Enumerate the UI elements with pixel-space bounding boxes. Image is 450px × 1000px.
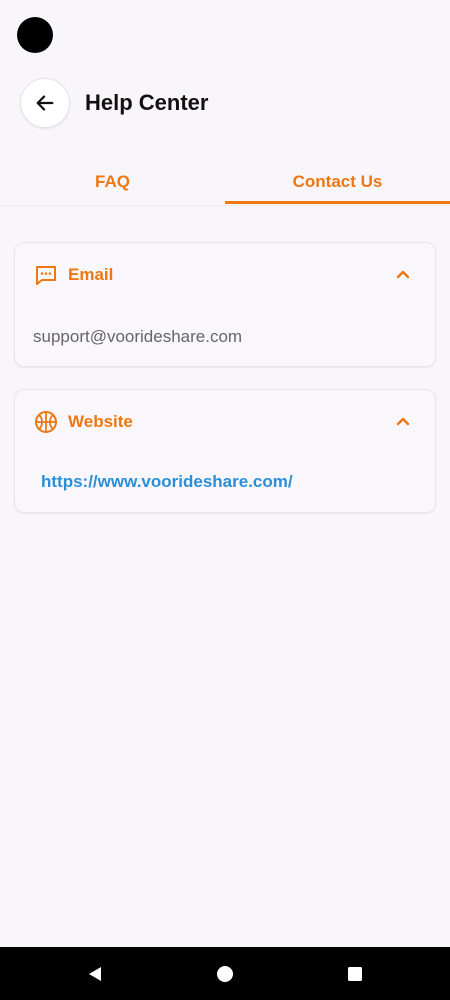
triangle-back-icon xyxy=(89,967,101,981)
app-header: Help Center xyxy=(0,78,450,130)
website-title: Website xyxy=(68,412,133,431)
email-card: Email support@voorideshare.com xyxy=(14,242,436,367)
arrow-left-icon xyxy=(36,95,54,111)
chevron-up-icon[interactable] xyxy=(391,263,415,287)
globe-icon xyxy=(35,411,57,433)
email-title: Email xyxy=(68,265,114,284)
back-button[interactable] xyxy=(20,78,70,128)
nav-home-button[interactable] xyxy=(210,959,240,989)
email-address[interactable]: support@voorideshare.com xyxy=(33,327,242,347)
tab-faq[interactable]: FAQ xyxy=(0,160,225,204)
circle-home-icon xyxy=(217,966,233,982)
chevron-up-icon[interactable] xyxy=(391,410,415,434)
nav-back-button[interactable] xyxy=(80,959,110,989)
status-bar xyxy=(0,0,450,70)
tab-bar: FAQ Contact Us xyxy=(0,160,450,206)
email-card-header[interactable]: Email xyxy=(15,243,435,307)
nav-recents-button[interactable] xyxy=(340,959,370,989)
system-nav-bar xyxy=(0,947,450,1000)
website-card-header[interactable]: Website xyxy=(15,390,435,454)
website-link[interactable]: https://www.voorideshare.com/ xyxy=(41,472,293,492)
tab-indicator xyxy=(225,201,450,204)
square-recents-icon xyxy=(348,967,362,981)
message-icon xyxy=(36,266,56,285)
tab-contact-us[interactable]: Contact Us xyxy=(225,160,450,204)
camera-cutout xyxy=(17,17,53,53)
website-card: Website https://www.voorideshare.com/ xyxy=(14,389,436,513)
page-title: Help Center xyxy=(85,90,209,115)
